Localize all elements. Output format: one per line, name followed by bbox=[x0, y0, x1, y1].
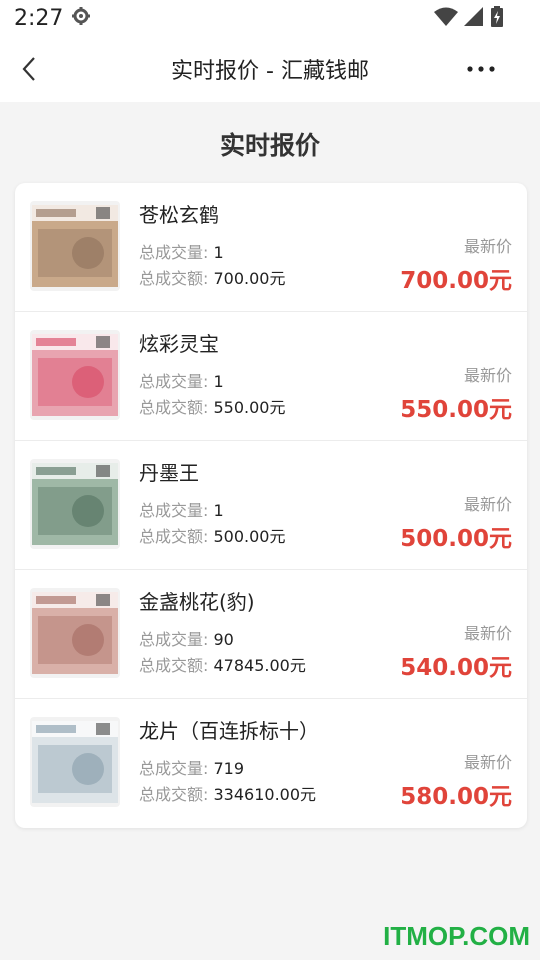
wifi-icon bbox=[434, 7, 458, 31]
status-bar: 2:27 bbox=[0, 0, 540, 36]
item-name: 龙片（百连拆标十） bbox=[139, 719, 319, 743]
total-volume-value: 1 bbox=[213, 372, 224, 391]
total-volume-value: 719 bbox=[213, 759, 245, 778]
list-item[interactable]: 龙片（百连拆标十） 总成交量: 719 总成交额: 334610.00元 最新价… bbox=[15, 699, 527, 828]
nav-bar: 实时报价 - 汇藏钱邮 bbox=[0, 36, 540, 102]
latest-price-value: 500.00元 bbox=[400, 526, 512, 552]
total-amount-value: 700.00元 bbox=[213, 269, 286, 288]
latest-price-value: 550.00元 bbox=[400, 397, 512, 423]
total-amount: 总成交额: 550.00元 bbox=[139, 394, 286, 418]
total-amount-value: 334610.00元 bbox=[213, 785, 317, 804]
total-volume-label: 总成交量: bbox=[139, 759, 209, 778]
total-amount-label: 总成交额: bbox=[139, 269, 209, 288]
page-title: 实时报价 - 汇藏钱邮 bbox=[171, 59, 369, 84]
item-name: 金盏桃花(豹) bbox=[139, 590, 255, 614]
total-amount: 总成交额: 47845.00元 bbox=[139, 652, 306, 676]
list-item[interactable]: 金盏桃花(豹) 总成交量: 90 总成交额: 47845.00元 最新价 540… bbox=[15, 570, 527, 699]
banknote-thumbnail bbox=[30, 717, 120, 807]
total-volume: 总成交量: 1 bbox=[139, 368, 224, 392]
back-button[interactable] bbox=[16, 54, 46, 84]
more-options-button[interactable] bbox=[464, 56, 504, 82]
total-amount-value: 550.00元 bbox=[213, 398, 286, 417]
latest-price-label: 最新价 bbox=[463, 366, 512, 385]
latest-price-label: 最新价 bbox=[463, 624, 512, 643]
latest-price-label: 最新价 bbox=[463, 753, 512, 772]
chevron-left-icon bbox=[22, 57, 35, 81]
status-icons bbox=[434, 6, 504, 32]
total-volume-value: 1 bbox=[213, 501, 224, 520]
item-name: 丹墨王 bbox=[139, 461, 199, 485]
total-amount-value: 47845.00元 bbox=[213, 656, 306, 675]
total-volume: 总成交量: 1 bbox=[139, 497, 224, 521]
total-amount: 总成交额: 700.00元 bbox=[139, 265, 286, 289]
total-amount: 总成交额: 500.00元 bbox=[139, 523, 286, 547]
quote-list: 苍松玄鹤 总成交量: 1 总成交额: 700.00元 最新价 700.00元 炫… bbox=[15, 183, 527, 828]
latest-price-value: 580.00元 bbox=[400, 784, 512, 810]
item-name: 炫彩灵宝 bbox=[139, 332, 219, 356]
total-amount-label: 总成交额: bbox=[139, 527, 209, 546]
banknote-thumbnail bbox=[30, 330, 120, 420]
list-item[interactable]: 炫彩灵宝 总成交量: 1 总成交额: 550.00元 最新价 550.00元 bbox=[15, 312, 527, 441]
status-time: 2:27 bbox=[14, 5, 64, 31]
total-amount-value: 500.00元 bbox=[213, 527, 286, 546]
latest-price-label: 最新价 bbox=[463, 237, 512, 256]
total-volume: 总成交量: 1 bbox=[139, 239, 224, 263]
total-amount: 总成交额: 334610.00元 bbox=[139, 781, 316, 805]
total-amount-label: 总成交额: bbox=[139, 398, 209, 417]
total-volume-label: 总成交量: bbox=[139, 372, 209, 391]
total-volume-label: 总成交量: bbox=[139, 630, 209, 649]
total-amount-label: 总成交额: bbox=[139, 656, 209, 675]
list-item[interactable]: 丹墨王 总成交量: 1 总成交额: 500.00元 最新价 500.00元 bbox=[15, 441, 527, 570]
list-item[interactable]: 苍松玄鹤 总成交量: 1 总成交额: 700.00元 最新价 700.00元 bbox=[15, 183, 527, 312]
more-dots-icon bbox=[467, 66, 495, 72]
total-volume-label: 总成交量: bbox=[139, 501, 209, 520]
total-amount-label: 总成交额: bbox=[139, 785, 209, 804]
banknote-thumbnail bbox=[30, 588, 120, 678]
latest-price-value: 700.00元 bbox=[400, 268, 512, 294]
battery-icon bbox=[490, 6, 504, 32]
total-volume-value: 90 bbox=[213, 630, 234, 649]
total-volume: 总成交量: 719 bbox=[139, 755, 244, 779]
item-name: 苍松玄鹤 bbox=[139, 203, 219, 227]
settings-gear-icon bbox=[71, 6, 91, 30]
banknote-thumbnail bbox=[30, 201, 120, 291]
total-volume-label: 总成交量: bbox=[139, 243, 209, 262]
latest-price-value: 540.00元 bbox=[400, 655, 512, 681]
signal-icon bbox=[464, 7, 484, 31]
section-heading: 实时报价 bbox=[219, 131, 320, 160]
total-volume-value: 1 bbox=[213, 243, 224, 262]
banknote-thumbnail bbox=[30, 459, 120, 549]
total-volume: 总成交量: 90 bbox=[139, 626, 234, 650]
latest-price-label: 最新价 bbox=[463, 495, 512, 514]
site-watermark: ITMOP.COM bbox=[383, 921, 530, 951]
